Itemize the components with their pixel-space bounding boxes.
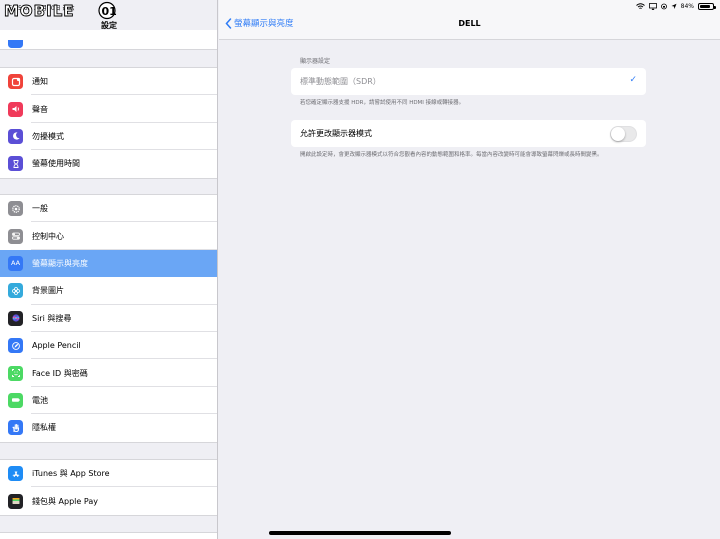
screen-mirroring-icon: [648, 3, 657, 10]
pencil-icon: [8, 338, 23, 354]
sidebar-item-sounds[interactable]: 聲音: [0, 95, 217, 123]
display-mode-footnote: 開啟此設定時，會更改顯示器模式以符合您觀看內容的動態範圍和格率。每當內容改變時可…: [300, 152, 603, 158]
battery-icon: [698, 3, 716, 10]
sidebar-item-control-center[interactable]: 控制中心: [0, 222, 217, 250]
match-display-mode-row: 允許更改顯示器模式: [291, 120, 646, 147]
match-display-mode-toggle[interactable]: [610, 126, 637, 142]
blue-partial-icon: [8, 40, 23, 48]
location-icon: [671, 3, 677, 9]
sidebar-item-siri-search[interactable]: Siri 與搜尋: [0, 305, 217, 332]
sidebar-item-label: 聲音: [32, 104, 48, 114]
wallet-icon: [8, 493, 23, 509]
page-title: DELL: [458, 19, 481, 28]
sidebar-item-label: Siri 與搜尋: [32, 313, 72, 323]
sidebar-item-notifications[interactable]: 通知: [0, 68, 217, 96]
sidebar-item-label: 勿擾模式: [32, 131, 64, 141]
app-store-icon: [8, 466, 23, 482]
gear-icon: [8, 201, 23, 217]
sidebar-item-privacy[interactable]: 隱私權: [0, 414, 217, 441]
sidebar-item-label: 電池: [32, 395, 48, 405]
sidebar-item-battery[interactable]: 電池: [0, 387, 217, 415]
wifi-icon: [635, 3, 645, 9]
settings-sidebar: 設定 通知 聲音 勿擾模式 螢幕使用時間 一般 控制中心 AA 螢幕顯示與亮度 …: [0, 0, 218, 539]
sidebar-item-label: Apple Pencil: [32, 341, 81, 351]
sidebar-item-label: Face ID 與密碼: [32, 368, 88, 378]
sidebar-group-bottom-partial: [0, 532, 217, 539]
notifications-icon: [8, 74, 23, 90]
face-id-icon: [8, 365, 23, 381]
sidebar-group-2: 一般 控制中心 AA 螢幕顯示與亮度 背景圖片 Siri 與搜尋 Apple P…: [0, 194, 217, 443]
sidebar-item-face-id[interactable]: Face ID 與密碼: [0, 359, 217, 387]
sidebar-item-do-not-disturb[interactable]: 勿擾模式: [0, 123, 217, 151]
hdr-footnote: 若您確定顯示器支援 HDR，請嘗試使用不同 HDMI 接線或轉接器。: [300, 100, 465, 106]
sidebar-item-screen-time[interactable]: 螢幕使用時間: [0, 150, 217, 177]
sidebar-item-label: 控制中心: [32, 231, 64, 241]
sidebar-item-display-brightness[interactable]: AA 螢幕顯示與亮度: [0, 249, 217, 278]
sdr-option-label: 標準動態範圍（SDR）: [300, 77, 381, 86]
status-icons: 84%: [635, 3, 716, 10]
sidebar-item-label: 隱私權: [32, 423, 56, 433]
text-size-icon: AA: [8, 255, 23, 271]
sidebar-item-wallet-apple-pay[interactable]: 錢包與 Apple Pay: [0, 487, 217, 514]
watermark-logo: MOBILE 01: [2, 1, 126, 21]
status-bar: 下午5:02 11月30日 週六 MOBILE 01 84%: [0, 0, 720, 20]
sidebar-item-label: 一般: [32, 204, 48, 214]
sidebar-item-label: 螢幕顯示與亮度: [32, 258, 88, 268]
home-indicator[interactable]: [269, 531, 451, 535]
section-header: 顯示器設定: [300, 58, 331, 65]
sidebar-item-apple-pencil[interactable]: Apple Pencil: [0, 332, 217, 360]
sidebar-item-label: 通知: [32, 77, 48, 87]
moon-icon: [8, 128, 23, 144]
svg-text:MOBILE: MOBILE: [4, 2, 75, 20]
flower-icon: [8, 283, 23, 299]
svg-text:01: 01: [102, 5, 117, 18]
match-display-mode-label: 允許更改顯示器模式: [300, 129, 372, 138]
checkmark-icon: ✓: [629, 75, 637, 85]
sidebar-group-1: 通知 聲音 勿擾模式 螢幕使用時間: [0, 67, 217, 179]
toggle-knob: [611, 127, 625, 141]
sidebar-item-itunes-app-store[interactable]: iTunes 與 App Store: [0, 460, 217, 488]
toggles-icon: [8, 228, 23, 244]
sidebar-item-wallpaper[interactable]: 背景圖片: [0, 277, 217, 305]
hourglass-icon: [8, 156, 23, 172]
battery-icon: [8, 392, 23, 408]
sidebar-group-top: [0, 30, 217, 50]
siri-icon: [8, 310, 23, 326]
sidebar-item-general[interactable]: 一般: [0, 195, 217, 223]
sidebar-item-partial[interactable]: [0, 30, 217, 48]
sidebar-item-label: 螢幕使用時間: [32, 159, 80, 169]
battery-percent: 84%: [680, 3, 694, 10]
sidebar-item-label: iTunes 與 App Store: [32, 469, 110, 479]
lock-rotation-icon: [660, 3, 667, 10]
sdr-option-row[interactable]: 標準動態範圍（SDR） ✓: [291, 68, 646, 95]
speaker-icon: [8, 101, 23, 117]
hand-icon: [8, 420, 23, 436]
sidebar-group-3: iTunes 與 App Store 錢包與 Apple Pay: [0, 459, 217, 516]
sidebar-item-label: 背景圖片: [32, 286, 64, 296]
sidebar-item-label: 錢包與 Apple Pay: [32, 496, 98, 506]
